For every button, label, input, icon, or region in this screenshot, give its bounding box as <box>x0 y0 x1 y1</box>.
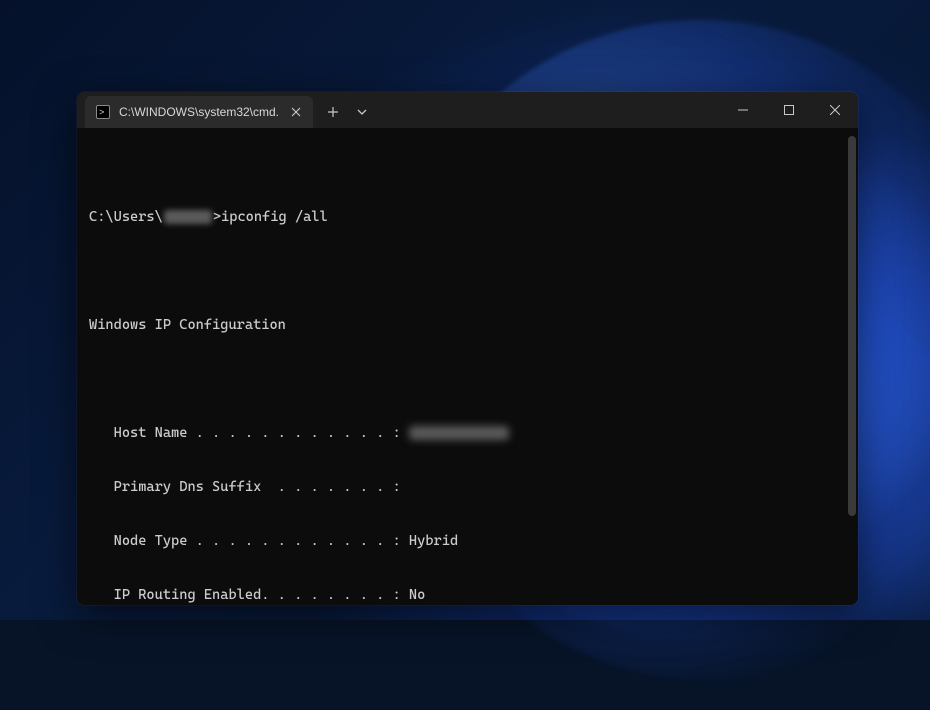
tab-title: C:\WINDOWS\system32\cmd. <box>119 105 279 119</box>
close-button[interactable] <box>812 92 858 128</box>
maximize-button[interactable] <box>766 92 812 128</box>
titlebar-drag-region[interactable] <box>375 92 720 128</box>
prompt-command: >ipconfig /all <box>213 208 328 226</box>
prompt-line: C:\Users\ >ipconfig /all <box>89 208 846 226</box>
terminal-body[interactable]: C:\Users\ >ipconfig /all Windows IP Confi… <box>77 128 858 605</box>
tab-dropdown-button[interactable] <box>349 96 375 128</box>
redacted-value <box>409 426 509 440</box>
window-controls <box>720 92 858 128</box>
output-line: Primary Dns Suffix . . . . . . . : <box>89 478 846 496</box>
minimize-button[interactable] <box>720 92 766 128</box>
titlebar[interactable]: > C:\WINDOWS\system32\cmd. <box>77 92 858 128</box>
terminal-window: > C:\WINDOWS\system32\cmd. <box>77 92 858 605</box>
output-line: Node Type . . . . . . . . . . . . : Hybr… <box>89 532 846 550</box>
cmd-icon: > <box>95 104 111 120</box>
tab-cmd[interactable]: > C:\WINDOWS\system32\cmd. <box>85 96 313 128</box>
tab-close-button[interactable] <box>287 103 305 121</box>
svg-text:>: > <box>99 108 104 118</box>
blank-line <box>89 262 846 280</box>
redacted-username <box>164 210 212 224</box>
new-tab-button[interactable] <box>317 96 349 128</box>
output-line: Host Name . . . . . . . . . . . . : <box>89 424 846 442</box>
output-line: IP Routing Enabled. . . . . . . . : No <box>89 586 846 604</box>
section-header: Windows IP Configuration <box>89 316 846 334</box>
scrollbar-thumb[interactable] <box>848 136 856 516</box>
blank-line <box>89 370 846 388</box>
prompt-prefix: C:\Users\ <box>89 208 163 226</box>
